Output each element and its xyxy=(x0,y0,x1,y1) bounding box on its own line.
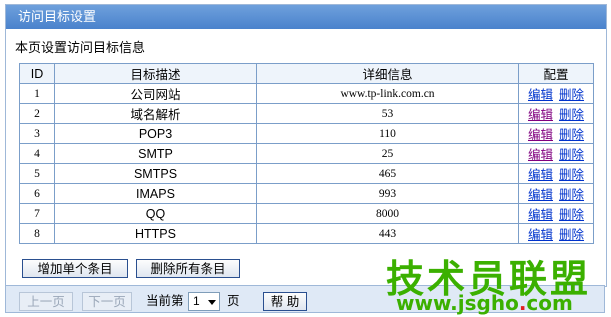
table-row: 8 HTTPS 443 编辑 删除 xyxy=(19,223,594,244)
panel-title: 访问目标设置 xyxy=(6,5,606,29)
next-page-button[interactable]: 下一页 xyxy=(82,292,132,311)
delete-link[interactable]: 删除 xyxy=(559,208,584,222)
row-id: 3 xyxy=(19,123,55,144)
table-row: 1 公司网站 www.tp-link.com.cn 编辑 删除 xyxy=(19,83,594,104)
row-actions: 编辑 删除 xyxy=(518,123,594,144)
table-row: 5 SMTPS 465 编辑 删除 xyxy=(19,163,594,184)
table-row: 4 SMTP 25 编辑 删除 xyxy=(19,143,594,164)
row-desc: 公司网站 xyxy=(54,83,257,104)
row-id: 2 xyxy=(19,103,55,124)
delete-link[interactable]: 删除 xyxy=(559,148,584,162)
help-button[interactable]: 帮 助 xyxy=(263,292,307,311)
row-id: 5 xyxy=(19,163,55,184)
delete-link[interactable]: 删除 xyxy=(559,108,584,122)
delete-link[interactable]: 删除 xyxy=(559,188,584,202)
delete-link[interactable]: 删除 xyxy=(559,128,584,142)
row-desc: SMTPS xyxy=(54,163,257,184)
row-actions: 编辑 删除 xyxy=(518,223,594,244)
row-actions: 编辑 删除 xyxy=(518,83,594,104)
row-desc: POP3 xyxy=(54,123,257,144)
row-detail: 993 xyxy=(256,183,519,204)
table-row: 6 IMAPS 993 编辑 删除 xyxy=(19,183,594,204)
edit-link[interactable]: 编辑 xyxy=(528,148,553,162)
table-header-row: ID 目标描述 详细信息 配置 xyxy=(19,63,594,84)
row-detail: 8000 xyxy=(256,203,519,224)
page-select[interactable]: 1 xyxy=(188,292,220,311)
table-row: 3 POP3 110 编辑 删除 xyxy=(19,123,594,144)
header-id: ID xyxy=(19,63,55,84)
watermark-url-prefix: www.jsgho xyxy=(396,291,519,315)
add-entry-button[interactable]: 增加单个条目 xyxy=(22,259,128,278)
edit-link[interactable]: 编辑 xyxy=(528,108,553,122)
table-row: 2 域名解析 53 编辑 删除 xyxy=(19,103,594,124)
edit-link[interactable]: 编辑 xyxy=(528,208,553,222)
row-actions: 编辑 删除 xyxy=(518,183,594,204)
row-detail: www.tp-link.com.cn xyxy=(256,83,519,104)
delete-link[interactable]: 删除 xyxy=(559,168,584,182)
watermark-url-suffix: com xyxy=(526,291,573,315)
row-desc: IMAPS xyxy=(54,183,257,204)
page-select-value: 1 xyxy=(193,294,200,308)
edit-link[interactable]: 编辑 xyxy=(528,88,553,102)
current-page-suffix: 页 xyxy=(227,294,240,308)
prev-page-button[interactable]: 上一页 xyxy=(19,292,73,311)
page-subtitle: 本页设置访问目标信息 xyxy=(15,40,146,55)
row-actions: 编辑 删除 xyxy=(518,203,594,224)
watermark-url: www.jsgho.com xyxy=(396,291,573,315)
row-actions: 编辑 删除 xyxy=(518,163,594,184)
current-page-prefix: 当前第 xyxy=(146,294,184,308)
row-id: 4 xyxy=(19,143,55,164)
target-table: ID 目标描述 详细信息 配置 1 公司网站 www.tp-link.com.cn 编… xyxy=(19,63,594,244)
row-id: 6 xyxy=(19,183,55,204)
row-detail: 443 xyxy=(256,223,519,244)
row-desc: HTTPS xyxy=(54,223,257,244)
header-config: 配置 xyxy=(518,63,594,84)
edit-link[interactable]: 编辑 xyxy=(528,168,553,182)
row-id: 7 xyxy=(19,203,55,224)
delete-link[interactable]: 删除 xyxy=(559,228,584,242)
row-detail: 53 xyxy=(256,103,519,124)
delete-link[interactable]: 删除 xyxy=(559,88,584,102)
chevron-down-icon xyxy=(208,300,216,305)
edit-link[interactable]: 编辑 xyxy=(528,228,553,242)
row-id: 8 xyxy=(19,223,55,244)
row-desc: 域名解析 xyxy=(54,103,257,124)
row-detail: 25 xyxy=(256,143,519,164)
row-actions: 编辑 删除 xyxy=(518,103,594,124)
header-detail: 详细信息 xyxy=(256,63,519,84)
row-desc: QQ xyxy=(54,203,257,224)
row-desc: SMTP xyxy=(54,143,257,164)
edit-link[interactable]: 编辑 xyxy=(528,128,553,142)
row-actions: 编辑 删除 xyxy=(518,143,594,164)
row-id: 1 xyxy=(19,83,55,104)
delete-all-button[interactable]: 删除所有条目 xyxy=(136,259,240,278)
edit-link[interactable]: 编辑 xyxy=(528,188,553,202)
row-detail: 110 xyxy=(256,123,519,144)
header-desc: 目标描述 xyxy=(54,63,257,84)
row-detail: 465 xyxy=(256,163,519,184)
table-row: 7 QQ 8000 编辑 删除 xyxy=(19,203,594,224)
